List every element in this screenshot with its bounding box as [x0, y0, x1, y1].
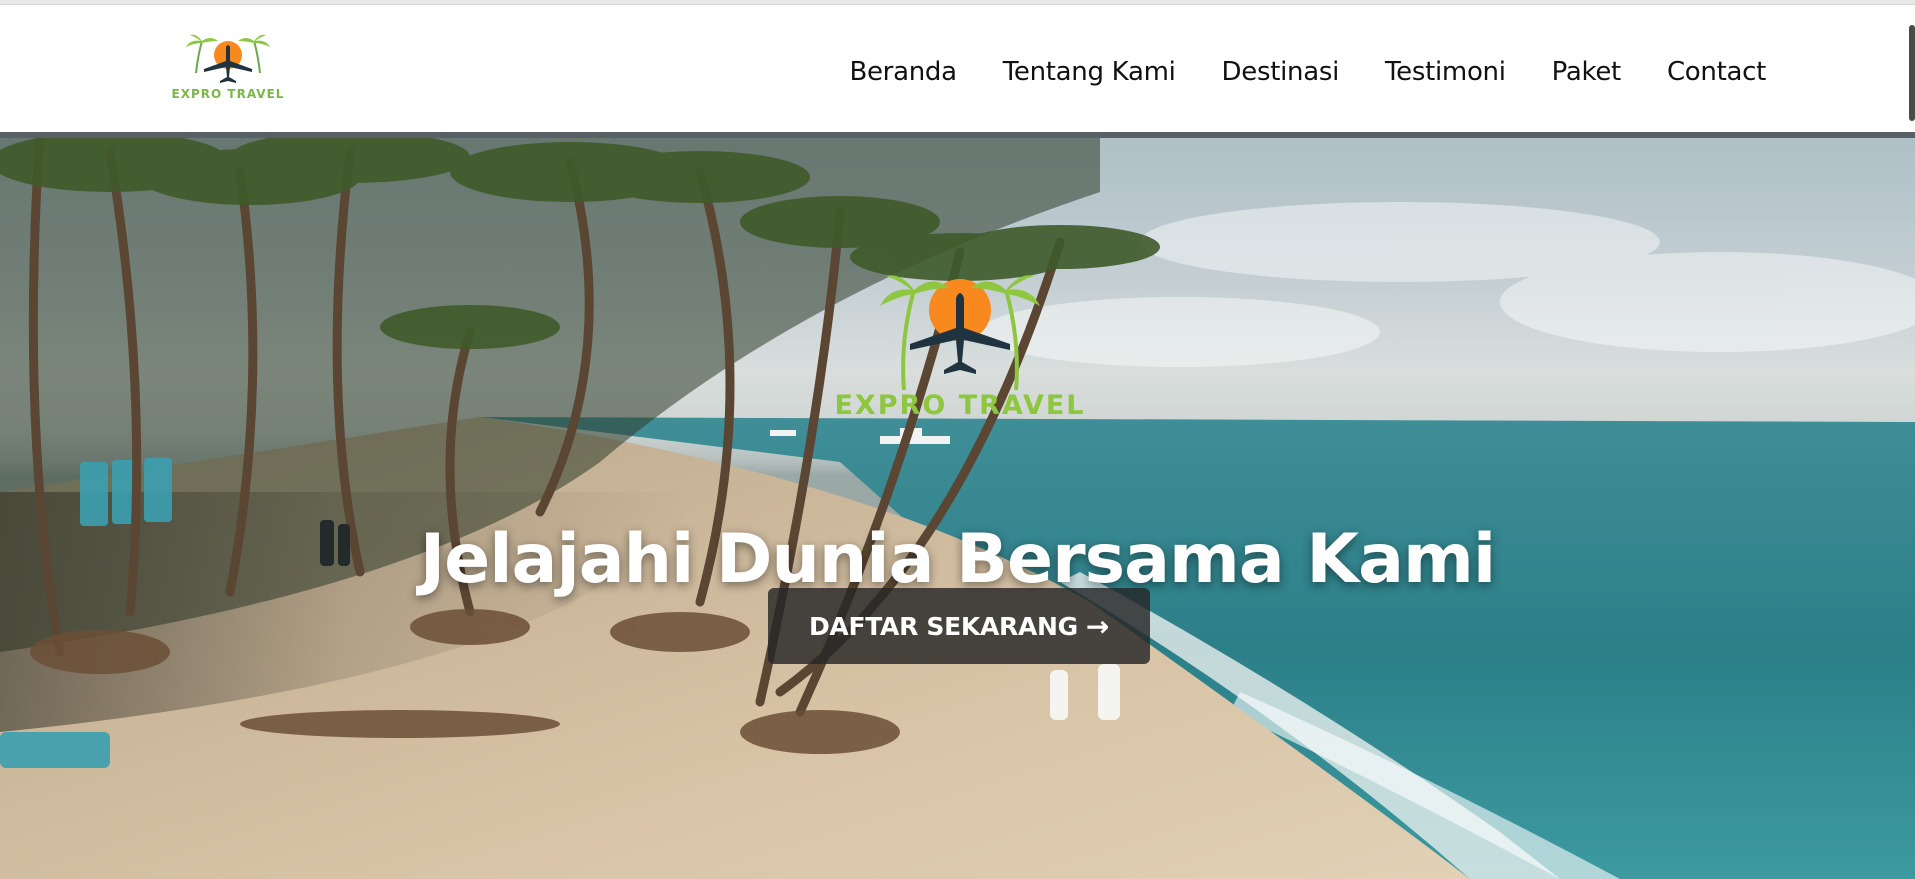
arrow-right-icon: →	[1085, 609, 1110, 643]
site-logo[interactable]: EXPRO TRAVEL	[164, 33, 292, 105]
nav-item-destinasi[interactable]: Destinasi	[1222, 57, 1340, 87]
nav-item-contact[interactable]: Contact	[1667, 57, 1766, 87]
main-navigation: Beranda Tentang Kami Destinasi Testimoni…	[849, 57, 1766, 87]
hero-logo-text: EXPRO TRAVEL	[834, 390, 1086, 421]
logo-text: EXPRO TRAVEL	[171, 87, 285, 101]
register-now-label: DAFTAR SEKARANG	[808, 611, 1078, 641]
nav-item-testimoni[interactable]: Testimoni	[1385, 57, 1506, 87]
hero-background-image	[0, 132, 1915, 879]
nav-item-tentang-kami[interactable]: Tentang Kami	[1003, 57, 1176, 87]
hero-section: EXPRO TRAVEL Jelajahi Dunia Bersama Kami…	[0, 132, 1915, 879]
register-now-button[interactable]: DAFTAR SEKARANG →	[768, 588, 1150, 664]
airplane-sun-palms-logo-icon	[186, 34, 270, 83]
scrollbar-thumb[interactable]	[1909, 25, 1915, 121]
nav-item-beranda[interactable]: Beranda	[849, 57, 957, 87]
nav-item-paket[interactable]: Paket	[1552, 57, 1622, 87]
hero-top-shadow	[0, 132, 1915, 138]
site-header: EXPRO TRAVEL Beranda Tentang Kami Destin…	[0, 5, 1915, 132]
hero-headline: Jelajahi Dunia Bersama Kami	[419, 519, 1496, 599]
